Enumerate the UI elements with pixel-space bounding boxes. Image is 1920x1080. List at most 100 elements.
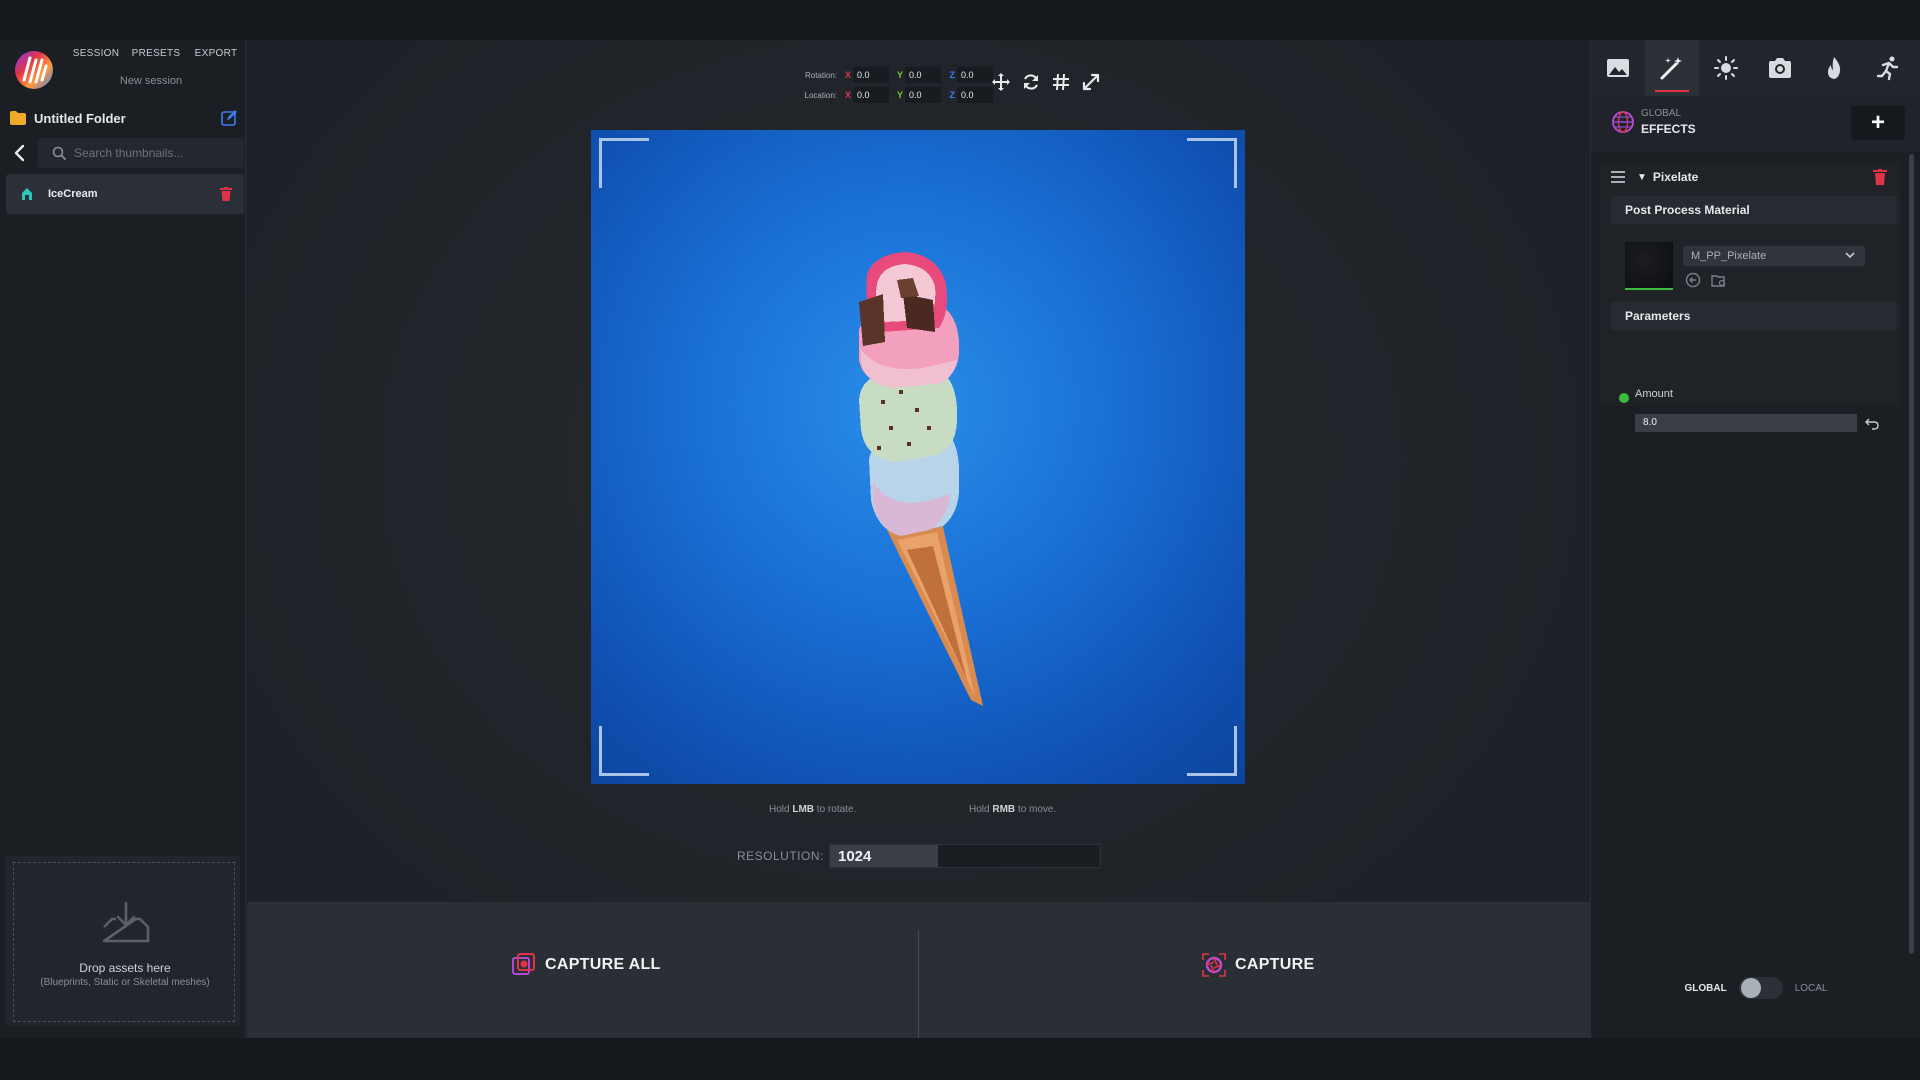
app-window: SESSION PRESETS EXPORT New session Untit… bbox=[0, 40, 1920, 1040]
rotation-z-field[interactable]: 0.0 bbox=[957, 67, 993, 83]
sun-icon bbox=[1714, 56, 1738, 80]
parameters-section-title: Parameters bbox=[1611, 302, 1897, 330]
top-strip bbox=[0, 0, 1920, 40]
capture-all-icon bbox=[512, 953, 535, 975]
tab-fx[interactable] bbox=[1807, 40, 1861, 96]
hint-key: RMB bbox=[992, 804, 1016, 815]
add-effect-button[interactable]: + bbox=[1851, 106, 1905, 140]
reset-icon[interactable] bbox=[1865, 416, 1879, 430]
search-input[interactable] bbox=[74, 146, 224, 160]
search-box[interactable] bbox=[38, 138, 244, 168]
right-tabs bbox=[1591, 40, 1920, 96]
viewport-tools bbox=[991, 72, 1101, 92]
capture-all-button[interactable]: CAPTURE ALL bbox=[511, 952, 661, 978]
location-label: Location: bbox=[804, 90, 837, 100]
back-arrow-icon[interactable] bbox=[8, 141, 32, 165]
effect-name: Pixelate bbox=[1652, 170, 1699, 184]
axis-y-label: Y bbox=[896, 70, 903, 80]
delete-asset-icon[interactable] bbox=[220, 187, 232, 201]
drop-zone[interactable]: Drop assets here (Blueprints, Static or … bbox=[6, 856, 240, 1026]
param-status-dot bbox=[1619, 393, 1629, 403]
transform-panel: Rotation: X 0.0 Y 0.0 Z 0.0 Location: X … bbox=[791, 66, 997, 106]
run-icon bbox=[1876, 56, 1899, 81]
menu-session[interactable]: SESSION bbox=[66, 48, 126, 59]
hint-key: LMB bbox=[792, 804, 815, 815]
download-tray-icon bbox=[102, 901, 150, 943]
delete-effect-icon[interactable] bbox=[1873, 169, 1887, 185]
preview-viewport[interactable] bbox=[591, 130, 1245, 784]
camera-shutter-icon bbox=[1202, 953, 1226, 977]
material-thumbnail[interactable] bbox=[1625, 242, 1673, 290]
rotation-x-field[interactable]: 0.0 bbox=[853, 67, 889, 83]
scope-toggle-row: GLOBAL LOCAL bbox=[1591, 968, 1920, 1008]
tab-camera[interactable] bbox=[1753, 40, 1807, 96]
location-x-field[interactable]: 0.0 bbox=[853, 87, 889, 103]
resolution-control: RESOLUTION: 1024 bbox=[737, 844, 1101, 868]
location-row: Location: X 0.0 Y 0.0 Z 0.0 bbox=[791, 86, 997, 104]
resolution-label: RESOLUTION: bbox=[737, 849, 824, 863]
tab-animation[interactable] bbox=[1861, 40, 1915, 96]
menu-presets[interactable]: PRESETS bbox=[126, 48, 186, 59]
rotation-y-field[interactable]: 0.0 bbox=[905, 67, 941, 83]
effect-header[interactable]: ▼ Pixelate bbox=[1601, 162, 1901, 192]
asset-row[interactable]: IceCream bbox=[6, 174, 244, 214]
rotate-hint: Hold LMB to rotate. bbox=[769, 804, 856, 815]
app-logo-icon[interactable] bbox=[14, 50, 54, 90]
frame-corner bbox=[1187, 726, 1237, 776]
tab-background[interactable] bbox=[1591, 40, 1645, 96]
location-z-field[interactable]: 0.0 bbox=[957, 87, 993, 103]
location-y-field[interactable]: 0.0 bbox=[905, 87, 941, 103]
axis-x-label: X bbox=[844, 70, 851, 80]
right-panel-scrollbar[interactable] bbox=[1909, 154, 1914, 954]
collapse-caret-icon[interactable]: ▼ bbox=[1637, 172, 1647, 183]
rotate-icon[interactable] bbox=[1021, 72, 1041, 92]
capture-all-label: CAPTURE ALL bbox=[545, 956, 661, 973]
effect-card: ▼ Pixelate Post Process Material M_PP_Pi… bbox=[1601, 162, 1901, 432]
capture-button[interactable]: CAPTURE bbox=[1201, 952, 1314, 978]
global-local-toggle[interactable] bbox=[1738, 977, 1783, 999]
session-name[interactable]: New session bbox=[66, 75, 236, 87]
material-dropdown[interactable]: M_PP_Pixelate bbox=[1683, 246, 1865, 266]
search-row bbox=[8, 138, 244, 168]
search-icon bbox=[52, 146, 66, 160]
resolution-slider[interactable]: 1024 bbox=[829, 844, 1101, 868]
material-section-title: Post Process Material bbox=[1611, 196, 1897, 224]
edit-icon[interactable] bbox=[220, 109, 238, 127]
axis-z-label: Z bbox=[949, 90, 956, 100]
hint-text: to move. bbox=[1015, 804, 1057, 815]
param-name: Amount bbox=[1635, 388, 1673, 400]
capture-divider bbox=[918, 930, 919, 1040]
browse-folder-icon[interactable] bbox=[1711, 272, 1727, 288]
rotation-row: Rotation: X 0.0 Y 0.0 Z 0.0 bbox=[791, 66, 997, 84]
axis-z-label: Z bbox=[949, 70, 956, 80]
tab-effects[interactable] bbox=[1645, 40, 1699, 96]
header-title: EFFECTS bbox=[1641, 122, 1696, 136]
frame-corner bbox=[599, 138, 649, 188]
drag-handle-icon[interactable] bbox=[1611, 171, 1625, 183]
camera-icon bbox=[1769, 58, 1791, 78]
asset-name: IceCream bbox=[48, 188, 98, 200]
amount-input[interactable]: 8.0 bbox=[1635, 414, 1857, 432]
material-actions bbox=[1685, 272, 1727, 288]
left-sidebar: SESSION PRESETS EXPORT New session Untit… bbox=[0, 40, 246, 1038]
drop-subtitle: (Blueprints, Static or Skeletal meshes) bbox=[40, 977, 210, 988]
resolution-value: 1024 bbox=[838, 848, 872, 865]
fullscreen-icon[interactable] bbox=[1081, 72, 1101, 92]
material-value: M_PP_Pixelate bbox=[1691, 250, 1767, 262]
effects-header: GLOBAL EFFECTS + bbox=[1591, 96, 1920, 152]
use-selected-icon[interactable] bbox=[1685, 272, 1701, 288]
axis-y-label: Y bbox=[896, 90, 903, 100]
move-icon[interactable] bbox=[991, 72, 1011, 92]
folder-name: Untitled Folder bbox=[34, 110, 126, 126]
axis-x-label: X bbox=[844, 90, 851, 100]
tab-lighting[interactable] bbox=[1699, 40, 1753, 96]
grid-icon[interactable] bbox=[1051, 72, 1071, 92]
header-scope: GLOBAL bbox=[1641, 108, 1682, 119]
magic-wand-icon bbox=[1660, 57, 1682, 80]
ice-cream-preview bbox=[859, 252, 983, 706]
folder-header[interactable]: Untitled Folder bbox=[10, 106, 238, 130]
capture-label: CAPTURE bbox=[1235, 956, 1315, 973]
bottom-strip bbox=[0, 1038, 1920, 1080]
menu-export[interactable]: EXPORT bbox=[186, 48, 246, 59]
drop-title: Drop assets here bbox=[79, 961, 171, 975]
